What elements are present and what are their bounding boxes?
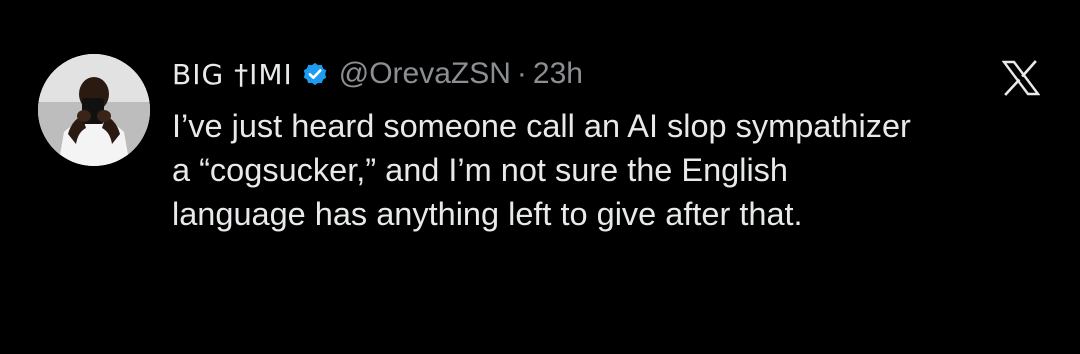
- verified-badge-icon: [301, 60, 329, 88]
- display-name[interactable]: BIG †IMI: [172, 58, 293, 91]
- x-logo-icon[interactable]: [1002, 60, 1040, 96]
- tweet-header: BIG †IMI @OrevaZSN · 23h: [172, 52, 583, 96]
- header-separator: ·: [516, 57, 527, 90]
- tweet-text: I’ve just heard someone call an AI slop …: [172, 104, 1052, 236]
- avatar[interactable]: [38, 54, 150, 166]
- tweet-text-line: language has anything left to give after…: [172, 196, 803, 232]
- tweet-card[interactable]: BIG †IMI @OrevaZSN · 23h I’ve just heard…: [0, 0, 1080, 354]
- user-handle[interactable]: @OrevaZSN: [339, 57, 511, 91]
- tweet-text-line: I’ve just heard someone call an AI slop …: [172, 108, 911, 144]
- tweet-text-line: a “cogsucker,” and I’m not sure the Engl…: [172, 152, 789, 188]
- profile-photo: [38, 54, 150, 166]
- timestamp[interactable]: 23h: [533, 57, 583, 91]
